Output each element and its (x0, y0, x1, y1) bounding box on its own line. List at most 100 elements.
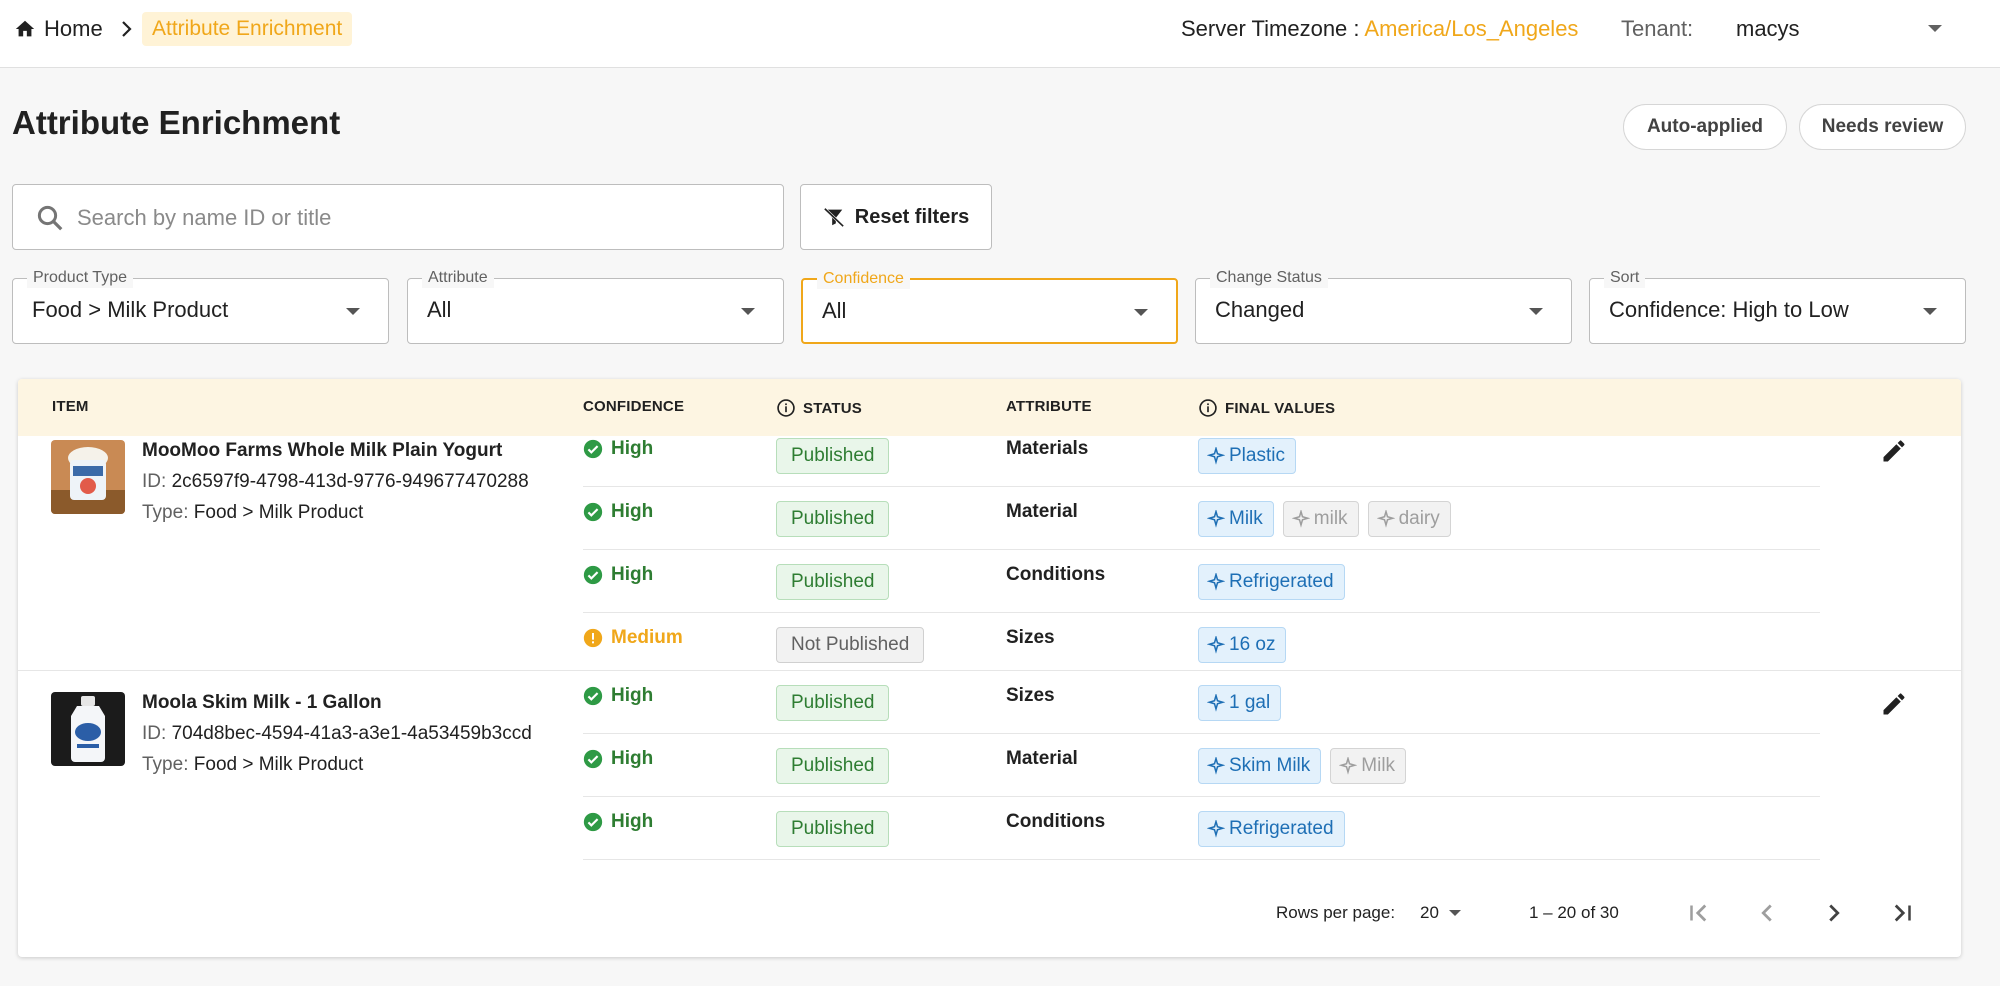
status-badge: Published (776, 811, 890, 847)
product-type-label: Type: (142, 502, 189, 523)
filter-value: All (427, 297, 452, 322)
table-row: MooMoo Farms Whole Milk Plain Yogurt ID:… (18, 436, 1961, 663)
final-values: Refrigerated (1198, 811, 1345, 847)
pagination: Rows per page: 20 1 – 20 of 30 (18, 868, 1961, 957)
dropdown-arrow-icon (1923, 308, 1937, 315)
column-header-confidence: CONFIDENCE (583, 398, 684, 415)
table-row: Moola Skim Milk - 1 Gallon ID: 704d8bec-… (18, 670, 1961, 868)
sparkle-icon (1207, 694, 1225, 712)
breadcrumb-home[interactable]: Home (14, 14, 103, 44)
value-chip[interactable]: Milk (1198, 501, 1274, 537)
value-chip-label: Milk (1361, 755, 1396, 776)
table-header: ITEM CONFIDENCE STATUS ATTRIBUTE FINAL V… (18, 379, 1961, 436)
product-type: Type: Food > Milk Product (142, 502, 363, 524)
edit-icon[interactable] (1880, 437, 1908, 465)
filter-attribute[interactable]: Attribute All (407, 268, 784, 344)
product-type-value: Food > Milk Product (193, 502, 364, 523)
status-badge: Published (776, 748, 890, 784)
sparkle-icon (1207, 510, 1225, 528)
attribute-row-partial (583, 860, 1820, 868)
attribute-name: Conditions (1006, 811, 1106, 832)
attribute-name: Materials (1006, 438, 1089, 459)
value-chip[interactable]: milk (1282, 501, 1359, 537)
next-page-icon[interactable] (1819, 898, 1849, 928)
column-header-label: FINAL VALUES (1225, 399, 1336, 417)
filter-sort[interactable]: Sort Confidence: High to Low (1589, 268, 1966, 344)
needs-review-button[interactable]: Needs review (1799, 104, 1966, 150)
search-input[interactable] (77, 195, 767, 241)
rows-per-page-label: Rows per page: (1276, 903, 1396, 922)
attribute-row: High Published Material Milk milk dairy (583, 487, 1820, 550)
status-badge: Published (776, 564, 890, 600)
confidence-label: High (611, 438, 654, 459)
last-page-icon[interactable] (1887, 898, 1917, 928)
column-header-label: ITEM (52, 398, 89, 415)
confidence-label: High (611, 564, 654, 585)
filter-off-icon (823, 207, 844, 228)
tenant-label: Tenant: (1621, 16, 1694, 41)
check-circle-icon (583, 439, 603, 459)
value-chip[interactable]: Refrigerated (1198, 811, 1345, 847)
product-type-label: Type: (142, 754, 189, 775)
edit-icon[interactable] (1880, 690, 1908, 718)
value-chip-label: 1 gal (1229, 692, 1271, 713)
column-header-label: CONFIDENCE (583, 398, 685, 415)
value-chip[interactable]: Refrigerated (1198, 564, 1345, 600)
filter-change-status[interactable]: Change Status Changed (1195, 268, 1572, 344)
home-icon (15, 20, 35, 37)
first-page-icon[interactable] (1684, 898, 1714, 928)
value-chip[interactable]: Skim Milk (1198, 748, 1322, 784)
value-chip-label: Milk (1229, 508, 1263, 529)
column-header-attribute: ATTRIBUTE (1006, 398, 1092, 415)
auto-applied-button[interactable]: Auto-applied (1623, 104, 1787, 150)
table-body: MooMoo Farms Whole Milk Plain Yogurt ID:… (18, 436, 1961, 868)
enrichment-table: ITEM CONFIDENCE STATUS ATTRIBUTE FINAL V… (18, 379, 1961, 957)
pagination-range: 1 – 20 of 30 (1529, 903, 1619, 922)
value-chip[interactable]: Milk (1330, 748, 1407, 784)
attribute-row: High Published Material Skim Milk Milk (583, 734, 1820, 797)
value-chip[interactable]: 1 gal (1198, 685, 1282, 721)
value-chip[interactable]: dairy (1367, 501, 1451, 537)
attribute-row: High Published Materials Plastic (583, 436, 1820, 487)
product-name[interactable]: Moola Skim Milk - 1 Gallon (142, 692, 382, 714)
info-icon[interactable] (1198, 398, 1218, 418)
filter-confidence[interactable]: Confidence All (801, 269, 1178, 344)
server-timezone: Server Timezone : America/Los_Angeles (1181, 16, 1578, 42)
reset-filters-button[interactable]: Reset filters (800, 184, 992, 250)
sparkle-icon (1339, 757, 1358, 775)
attribute-name: Material (1006, 501, 1078, 522)
filter-value: Changed (1215, 297, 1305, 322)
rows-per-page-dropdown-icon[interactable] (1449, 910, 1461, 916)
page-title: Attribute Enrichment (12, 104, 341, 141)
attribute-row: Medium Not Published Sizes 16 oz (583, 613, 1820, 676)
final-values: Plastic (1198, 438, 1296, 474)
chevron-right-icon (122, 21, 132, 37)
product-name[interactable]: MooMoo Farms Whole Milk Plain Yogurt (142, 440, 502, 462)
column-header-label: ATTRIBUTE (1006, 398, 1092, 415)
product-id: ID: 2c6597f9-4798-413d-9776-949677470288 (142, 471, 529, 493)
confidence-label: High (611, 501, 654, 522)
filter-product-type[interactable]: Product Type Food > Milk Product (12, 268, 389, 344)
sparkle-icon (1291, 510, 1310, 528)
product-type: Type: Food > Milk Product (142, 754, 363, 776)
tenant-dropdown-icon[interactable] (1928, 25, 1942, 32)
value-chip-label: dairy (1398, 508, 1440, 529)
filter-label: Sort (1604, 268, 1646, 288)
confidence-indicator: High (583, 685, 653, 707)
product-image (51, 440, 125, 514)
tenant-select[interactable]: macys (1736, 16, 1800, 42)
value-chip-label: Skim Milk (1229, 755, 1311, 776)
column-header-final-values: FINAL VALUES (1198, 398, 1335, 418)
product-type-value: Food > Milk Product (193, 754, 364, 775)
sparkle-icon (1207, 820, 1225, 838)
filter-label: Confidence (817, 269, 910, 289)
value-chip[interactable]: Plastic (1198, 438, 1296, 474)
column-header-status: STATUS (776, 398, 862, 418)
attribute-name: Material (1006, 748, 1078, 769)
prev-page-icon[interactable] (1752, 898, 1782, 928)
value-chip[interactable]: 16 oz (1198, 627, 1287, 663)
info-icon[interactable] (776, 398, 796, 418)
rows-per-page-select[interactable]: 20 (1420, 903, 1439, 923)
breadcrumb-current: Attribute Enrichment (142, 12, 353, 46)
filter-value: All (822, 298, 847, 323)
